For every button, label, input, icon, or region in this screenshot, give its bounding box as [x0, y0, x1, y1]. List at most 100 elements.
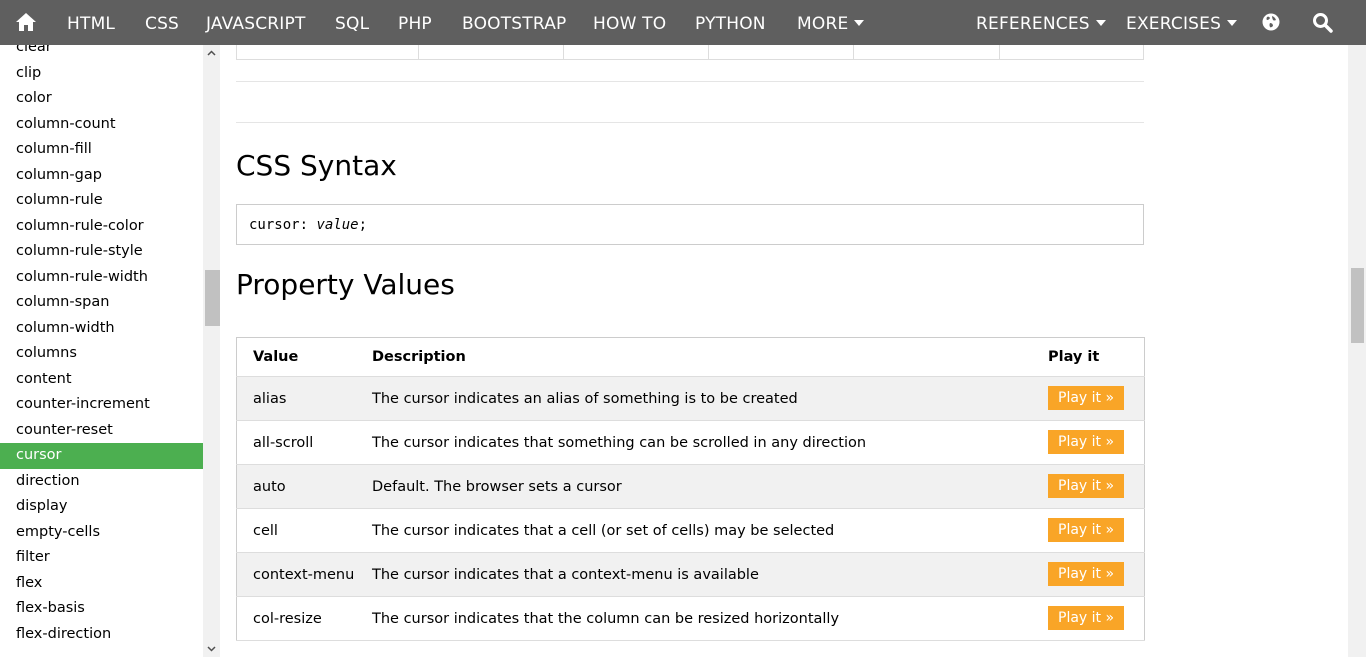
- play-it-button[interactable]: Play it »: [1048, 430, 1125, 454]
- syntax-value: value: [316, 217, 359, 233]
- column-header-description: Description: [356, 337, 1032, 377]
- table-row: alias The cursor indicates an alias of s…: [236, 376, 1145, 421]
- table-cell: [854, 45, 1000, 59]
- nav-bootstrap[interactable]: BOOTSTRAP: [462, 0, 567, 45]
- nav-python[interactable]: PYTHON: [695, 0, 766, 45]
- table-cell: [1000, 45, 1143, 59]
- divider: [236, 122, 1144, 123]
- sidebar-item-column-rule-width[interactable]: column-rule-width: [0, 265, 203, 291]
- search-icon[interactable]: [1312, 12, 1333, 33]
- caret-down-icon: [1095, 20, 1106, 26]
- play-cell: Play it »: [1032, 420, 1145, 465]
- property-values-table: Value Description Play it alias The curs…: [236, 337, 1145, 641]
- nav-references-dropdown[interactable]: REFERENCES: [976, 0, 1106, 45]
- play-cell: Play it »: [1032, 464, 1145, 509]
- value-cell: all-scroll: [236, 420, 356, 465]
- description-cell: The cursor indicates an alias of somethi…: [356, 376, 1032, 421]
- nav-more-label: MORE: [797, 14, 849, 34]
- value-cell: alias: [236, 376, 356, 421]
- table-cell: [564, 45, 709, 59]
- sidebar-item-column-rule-style[interactable]: column-rule-style: [0, 239, 203, 265]
- play-cell: Play it »: [1032, 596, 1145, 641]
- sidebar-item-display[interactable]: display: [0, 494, 203, 520]
- nav-php[interactable]: PHP: [398, 0, 432, 45]
- globe-icon[interactable]: [1261, 12, 1281, 32]
- nav-exercises-label: EXERCISES: [1126, 14, 1222, 34]
- property-values-heading: Property Values: [236, 268, 455, 301]
- caret-down-icon: [854, 20, 865, 26]
- play-it-button[interactable]: Play it »: [1048, 518, 1125, 542]
- sidebar-item-columns[interactable]: columns: [0, 341, 203, 367]
- home-icon[interactable]: [14, 10, 38, 34]
- nav-references-label: REFERENCES: [976, 14, 1090, 34]
- table-row: col-resize The cursor indicates that the…: [236, 596, 1145, 641]
- sidebar-item-clear[interactable]: clear: [0, 45, 203, 61]
- nav-css[interactable]: CSS: [145, 0, 179, 45]
- divider: [236, 81, 1144, 82]
- nav-html[interactable]: HTML: [67, 0, 115, 45]
- nav-javascript[interactable]: JAVASCRIPT: [206, 0, 306, 45]
- column-header-play-it: Play it: [1032, 337, 1145, 377]
- sidebar-item-filter[interactable]: filter: [0, 545, 203, 571]
- sidebar-list: clear clip color column-count column-fil…: [0, 45, 203, 647]
- main-content: CSS Syntax cursor: value; Property Value…: [220, 45, 1348, 657]
- sidebar-item-direction[interactable]: direction: [0, 469, 203, 495]
- css-syntax-heading: CSS Syntax: [236, 149, 397, 182]
- sidebar-item-flex-direction[interactable]: flex-direction: [0, 622, 203, 648]
- nav-more-dropdown[interactable]: MORE: [797, 0, 865, 45]
- sidebar-item-column-width[interactable]: column-width: [0, 316, 203, 342]
- sidebar-item-column-count[interactable]: column-count: [0, 112, 203, 138]
- description-cell: Default. The browser sets a cursor: [356, 464, 1032, 509]
- sidebar-item-column-span[interactable]: column-span: [0, 290, 203, 316]
- sidebar-item-column-rule[interactable]: column-rule: [0, 188, 203, 214]
- sidebar-item-cursor[interactable]: cursor: [0, 443, 203, 469]
- sidebar-scrollbar-thumb[interactable]: [205, 270, 220, 326]
- play-it-button[interactable]: Play it »: [1048, 562, 1125, 586]
- sidebar-item-column-fill[interactable]: column-fill: [0, 137, 203, 163]
- value-cell: auto: [236, 464, 356, 509]
- value-cell: col-resize: [236, 596, 356, 641]
- sidebar-item-flex[interactable]: flex: [0, 571, 203, 597]
- table-row: context-menu The cursor indicates that a…: [236, 552, 1145, 597]
- play-it-button[interactable]: Play it »: [1048, 606, 1125, 630]
- nav-how-to[interactable]: HOW TO: [593, 0, 666, 45]
- table-cell: [419, 45, 564, 59]
- table-cell: [709, 45, 854, 59]
- nav-sql[interactable]: SQL: [335, 0, 369, 45]
- table-row: auto Default. The browser sets a cursor …: [236, 464, 1145, 509]
- play-cell: Play it »: [1032, 376, 1145, 421]
- scroll-up-arrow-icon[interactable]: [207, 49, 216, 58]
- value-cell: cell: [236, 508, 356, 553]
- nav-exercises-dropdown[interactable]: EXERCISES: [1126, 0, 1238, 45]
- page-scrollbar-thumb[interactable]: [1351, 268, 1364, 343]
- description-cell: The cursor indicates that something can …: [356, 420, 1032, 465]
- syntax-code: cursor:: [249, 217, 317, 233]
- description-cell: The cursor indicates that a context-menu…: [356, 552, 1032, 597]
- description-cell: The cursor indicates that the column can…: [356, 596, 1032, 641]
- syntax-code-box: cursor: value;: [236, 204, 1144, 245]
- page-scrollbar[interactable]: [1348, 45, 1366, 657]
- play-it-button[interactable]: Play it »: [1048, 386, 1125, 410]
- play-cell: Play it »: [1032, 508, 1145, 553]
- table-row: cell The cursor indicates that a cell (o…: [236, 508, 1145, 553]
- play-it-button[interactable]: Play it »: [1048, 474, 1125, 498]
- sidebar-item-counter-increment[interactable]: counter-increment: [0, 392, 203, 418]
- top-navigation-bar: HTML CSS JAVASCRIPT SQL PHP BOOTSTRAP HO…: [0, 0, 1366, 45]
- sidebar-item-content[interactable]: content: [0, 367, 203, 393]
- sidebar-item-column-gap[interactable]: column-gap: [0, 163, 203, 189]
- previous-table-fragment: [236, 45, 1144, 60]
- description-cell: The cursor indicates that a cell (or set…: [356, 508, 1032, 553]
- sidebar-item-column-rule-color[interactable]: column-rule-color: [0, 214, 203, 240]
- scroll-down-arrow-icon[interactable]: [207, 644, 216, 653]
- sidebar-item-flex-basis[interactable]: flex-basis: [0, 596, 203, 622]
- sidebar-item-empty-cells[interactable]: empty-cells: [0, 520, 203, 546]
- sidebar-item-counter-reset[interactable]: counter-reset: [0, 418, 203, 444]
- table-header-row: Value Description Play it: [236, 337, 1145, 377]
- sidebar-scrollbar[interactable]: [203, 45, 220, 657]
- sidebar-item-color[interactable]: color: [0, 86, 203, 112]
- sidebar-navigation: clear clip color column-count column-fil…: [0, 45, 203, 657]
- sidebar-item-clip[interactable]: clip: [0, 61, 203, 87]
- syntax-end: ;: [358, 217, 368, 233]
- value-cell: context-menu: [236, 552, 356, 597]
- table-cell: [237, 45, 419, 59]
